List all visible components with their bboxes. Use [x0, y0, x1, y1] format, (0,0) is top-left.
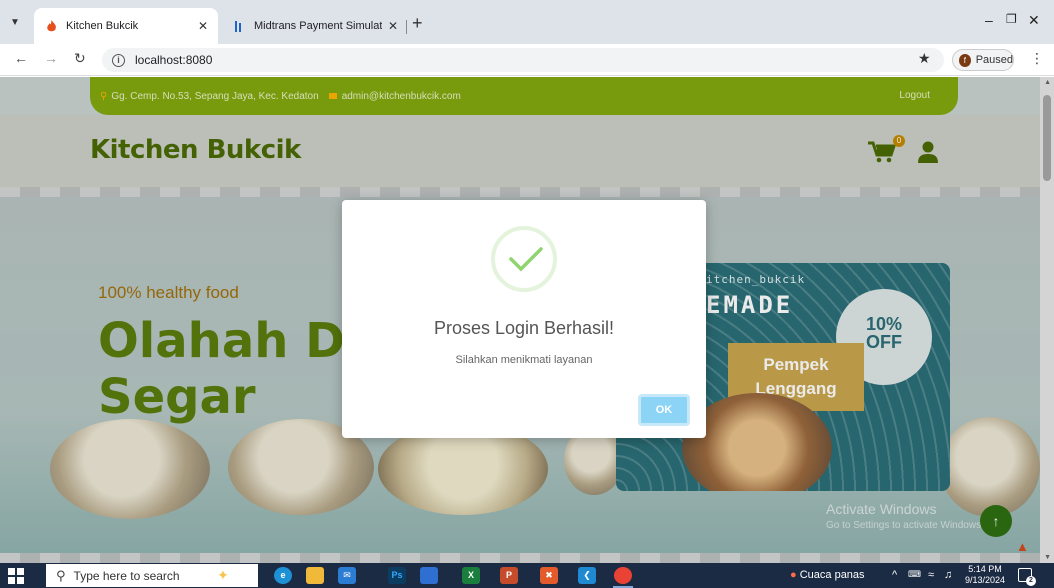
mail-icon[interactable]: ✉: [338, 567, 356, 584]
notification-count: 2: [1026, 576, 1036, 586]
tab-title: Kitchen Bukcik: [66, 20, 139, 32]
powerpoint-icon[interactable]: P: [500, 567, 518, 584]
xampp-icon[interactable]: ✖: [540, 567, 558, 584]
modal-title: Proses Login Berhasil!: [433, 318, 615, 338]
profile-avatar: f: [959, 53, 971, 67]
tab-kitchen-bukcik[interactable]: Kitchen Bukcik ✕: [34, 8, 218, 44]
flame-favicon-icon: [44, 19, 58, 33]
tab-title: Midtrans Payment Simulator: [254, 20, 382, 32]
browser-tab-strip: ▼ Kitchen Bukcik ✕ Midtrans Payment Simu…: [0, 0, 1054, 44]
url-text: localhost:8080: [135, 53, 213, 67]
windows-taskbar: ⚲ Type here to search ✦ e ✉ Ps X P ✖ ❮ ●…: [0, 563, 1054, 588]
clock-date: 9/13/2024: [964, 575, 1006, 585]
windows-start-icon[interactable]: [8, 568, 24, 584]
tab-separator: [406, 20, 407, 34]
bookmark-star-icon[interactable]: ★: [918, 50, 931, 67]
midtrans-favicon-icon: [232, 19, 246, 33]
tab-midtrans[interactable]: Midtrans Payment Simulator ✕: [222, 8, 408, 44]
vscode-icon[interactable]: ❮: [578, 567, 596, 584]
tab-close-icon[interactable]: ✕: [198, 19, 208, 33]
clock-time: 5:14 PM: [968, 564, 1002, 574]
edge-icon[interactable]: e: [274, 567, 292, 584]
ok-button[interactable]: OK: [638, 394, 690, 426]
restore-icon[interactable]: ❐: [1006, 12, 1017, 26]
volume-icon[interactable]: ♫: [944, 569, 952, 581]
profile-status: Paused: [975, 54, 1013, 66]
browser-menu-icon[interactable]: ⋮: [1030, 50, 1044, 67]
weather-text: Cuaca panas: [799, 569, 865, 581]
photoshop-icon[interactable]: Ps: [388, 567, 406, 584]
forward-arrow-icon[interactable]: →: [44, 50, 58, 66]
new-tab-button[interactable]: +: [412, 14, 423, 32]
login-success-modal: Proses Login Berhasil! Silahkan menikmat…: [342, 200, 706, 438]
minimize-icon[interactable]: –: [985, 12, 993, 28]
success-check-icon: [491, 226, 557, 292]
thermometer-icon: ●: [790, 569, 797, 581]
window-close-icon[interactable]: ✕: [1028, 12, 1040, 29]
sparkle-icon[interactable]: ✦: [214, 567, 232, 584]
excel-icon[interactable]: X: [462, 567, 480, 584]
system-clock[interactable]: 5:14 PM 9/13/2024: [962, 564, 1008, 586]
modal-message: Silahkan menikmati layanan: [455, 354, 593, 366]
keyboard-icon[interactable]: ⌨: [908, 569, 921, 580]
back-arrow-icon[interactable]: ←: [14, 50, 28, 66]
browser-toolbar: ← → ↻ i localhost:8080 ★ f Paused ⋮: [0, 44, 1054, 76]
profile-button[interactable]: f Paused: [952, 49, 1014, 71]
address-bar[interactable]: i localhost:8080: [102, 48, 944, 72]
store-icon[interactable]: [420, 567, 438, 584]
weather-widget[interactable]: ● Cuaca panas: [790, 569, 865, 581]
network-icon[interactable]: ≈: [928, 569, 934, 581]
file-explorer-icon[interactable]: [306, 567, 324, 584]
tab-search-chevron-icon[interactable]: ▼: [6, 14, 24, 32]
chrome-icon[interactable]: [614, 567, 632, 584]
search-icon: ⚲: [56, 567, 66, 583]
search-placeholder: Type here to search: [73, 568, 180, 583]
site-info-icon[interactable]: i: [112, 53, 125, 67]
reload-icon[interactable]: ↻: [74, 50, 86, 67]
tray-chevron-icon[interactable]: ^: [892, 569, 897, 581]
tab-close-icon[interactable]: ✕: [388, 19, 398, 33]
page-viewport: ⚲ Gg. Cemp. No.53, Sepang Jaya, Kec. Ked…: [0, 77, 1054, 563]
